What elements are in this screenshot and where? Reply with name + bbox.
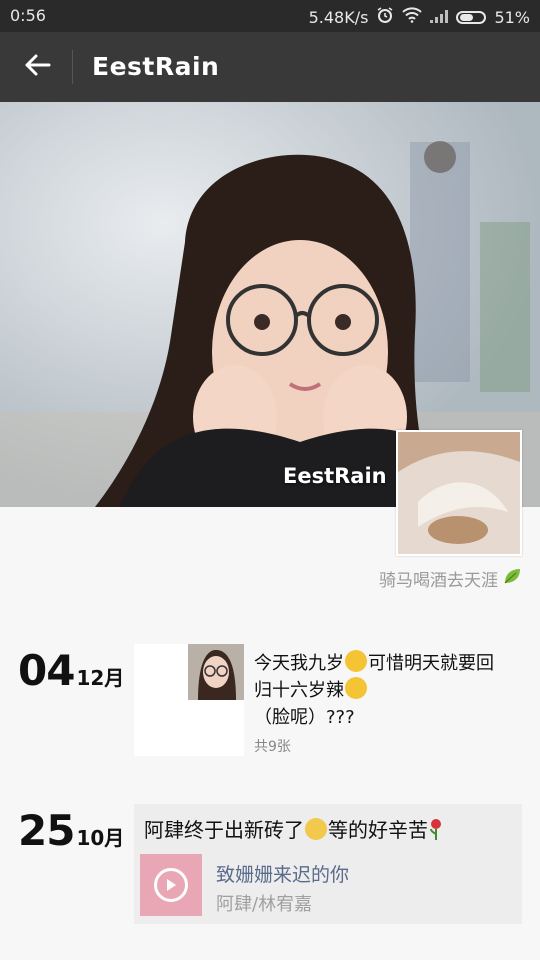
cry-emoji-icon [305, 818, 327, 840]
profile-signature: 骑马喝酒去天涯 [379, 566, 522, 591]
play-icon[interactable] [154, 868, 188, 902]
cover-username: EestRain [283, 464, 387, 488]
song-artist: 阿肆/林宥嘉 [216, 894, 313, 915]
post-text-part: 可惜明天就要回 [368, 653, 494, 674]
post-day: 25 [18, 806, 75, 855]
thumbnail-photo [188, 644, 244, 700]
page-title: EestRain [92, 52, 220, 81]
avatar-image [398, 432, 520, 554]
moment-post[interactable]: 04 12月 今天我九岁 可惜明天就要回 归十六岁辣 （脸呢）??? 共9张 [0, 644, 540, 759]
dizzy-emoji-icon [345, 677, 367, 699]
post-text-part: 今天我九岁 [254, 653, 344, 674]
battery-percent: 51% [494, 7, 530, 27]
post-text-part: 等的好辛苦 [328, 818, 428, 842]
post-thumbnail[interactable] [134, 644, 244, 756]
avatar[interactable] [396, 430, 522, 556]
post-date: 25 10月 [18, 806, 124, 855]
post-month: 10月 [76, 826, 125, 850]
back-button[interactable] [18, 48, 56, 86]
rose-icon [428, 818, 444, 840]
wifi-icon [402, 7, 423, 27]
post-month: 12月 [76, 666, 125, 690]
app-bar: EestRain [0, 32, 540, 102]
song-title[interactable]: 致姗姗来迟的你 [216, 860, 349, 887]
alarm-icon [376, 6, 394, 28]
back-arrow-icon [23, 53, 51, 81]
moment-post[interactable]: 25 10月 阿肆终于出新砖了 等的好辛苦 致姗姗来迟的你 阿肆/林宥嘉 [0, 804, 540, 924]
signal-icon [430, 8, 449, 27]
post-text: 今天我九岁 可惜明天就要回 归十六岁辣 （脸呢）??? [254, 650, 524, 731]
appbar-divider [72, 50, 73, 84]
photo-count: 共9张 [254, 739, 291, 755]
post-line-1: 今天我九岁 可惜明天就要回 [254, 650, 524, 677]
battery-icon [456, 10, 487, 24]
network-speed: 5.48K/s [308, 7, 369, 27]
status-right: 5.48K/s 51% [309, 6, 530, 28]
post-text-part: 阿肆终于出新砖了 [144, 818, 304, 842]
post-text-part: 归十六岁辣 [254, 680, 344, 701]
signature-text: 骑马喝酒去天涯 [379, 571, 498, 591]
post-line-2: 归十六岁辣 [254, 677, 524, 704]
grin-emoji-icon [345, 650, 367, 672]
music-share-card[interactable]: 阿肆终于出新砖了 等的好辛苦 致姗姗来迟的你 阿肆/林宥嘉 [134, 804, 522, 924]
leaf-icon [502, 566, 522, 591]
post-line-3: （脸呢）??? [254, 707, 355, 728]
status-time: 0:56 [10, 6, 46, 25]
music-cover[interactable] [140, 854, 202, 916]
post-date: 04 12月 [18, 646, 124, 695]
post-day: 04 [18, 646, 75, 695]
post-text: 阿肆终于出新砖了 等的好辛苦 [144, 814, 444, 843]
status-bar: 0:56 5.48K/s 51% [0, 0, 540, 32]
